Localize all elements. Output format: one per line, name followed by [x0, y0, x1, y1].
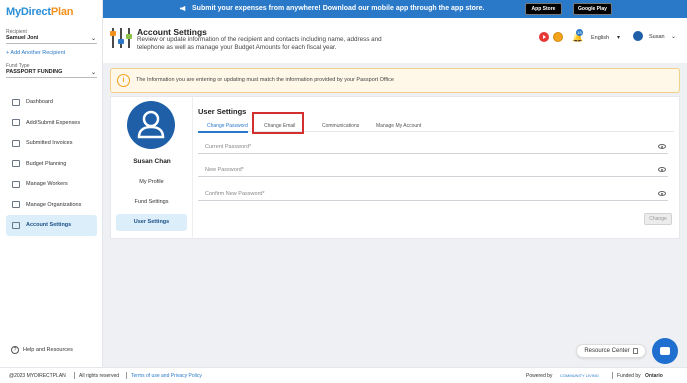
- fund-settings-link[interactable]: Fund Settings: [116, 194, 187, 211]
- divider: [612, 372, 613, 379]
- workers-icon: [12, 180, 20, 188]
- invoices-icon: [12, 139, 20, 147]
- chat-button[interactable]: [652, 338, 678, 364]
- user-icon: [137, 110, 165, 139]
- resource-center-button[interactable]: Resource Center: [576, 344, 646, 358]
- tab-manage-my-account[interactable]: Manage My Account: [376, 123, 421, 129]
- banner-message: Submit your expenses from anywhere! Down…: [192, 5, 485, 12]
- user-menu[interactable]: Susan: [649, 34, 665, 40]
- chevron-down-icon[interactable]: ⌄: [671, 33, 676, 40]
- fund-type-select[interactable]: PASSPORT FUNDING ⌄: [6, 69, 97, 78]
- notification-badge: 15: [576, 29, 583, 36]
- sidebar-item-account-settings[interactable]: Account Settings: [6, 215, 97, 236]
- info-text: The Information you are entering or upda…: [136, 77, 394, 83]
- dashboard-icon: [12, 98, 20, 106]
- confirm-password-field[interactable]: Confirm New Password*: [198, 189, 668, 201]
- chat-icon: [660, 347, 670, 355]
- sidebar: MyDirectPlan Recipient Samuel Joni ⌄ + Ad…: [0, 0, 103, 367]
- document-icon: [632, 348, 638, 354]
- recipient-select[interactable]: Samuel Joni ⌄: [6, 35, 97, 44]
- profile-column: Susan Chan My Profile Fund Settings User…: [111, 97, 193, 240]
- current-password-field[interactable]: Current Password*: [198, 142, 668, 154]
- budget-icon: [12, 160, 20, 168]
- settings-card: Susan Chan My Profile Fund Settings User…: [110, 96, 680, 240]
- chevron-down-icon[interactable]: ▾: [617, 34, 620, 41]
- section-title: User Settings: [198, 107, 247, 116]
- app-logo[interactable]: MyDirectPlan: [6, 6, 74, 18]
- sidebar-item-submitted-invoices[interactable]: Submitted Invoices: [6, 133, 97, 154]
- chevron-down-icon: ⌄: [90, 36, 96, 42]
- community-living-logo: COMMUNITY LIVING: [560, 373, 599, 378]
- eye-icon[interactable]: [658, 144, 666, 149]
- app-promo-banner: Submit your expenses from anywhere! Down…: [103, 0, 687, 18]
- app-store-button[interactable]: App Store: [525, 3, 562, 15]
- megaphone-icon: [180, 5, 186, 12]
- sidebar-item-manage-workers[interactable]: Manage Workers: [6, 174, 97, 195]
- copyright: @2023 MYDIRECTPLAN: [9, 373, 66, 379]
- sidebar-item-budget-planning[interactable]: Budget Planning: [6, 154, 97, 175]
- chevron-down-icon: ⌄: [90, 70, 96, 76]
- funded-by-label: Funded by: [617, 373, 641, 379]
- help-resources-link[interactable]: ? Help and Resources: [11, 346, 73, 354]
- google-play-button[interactable]: Google Play: [573, 3, 612, 15]
- language-select[interactable]: English: [591, 35, 609, 41]
- terms-link[interactable]: Terms of use and Privacy Policy: [131, 373, 202, 379]
- page-description: Review or update information of the reci…: [137, 36, 382, 51]
- accessibility-icon[interactable]: [553, 32, 563, 42]
- sidebar-item-add-submit-expenses[interactable]: Add/Submit Expenses: [6, 113, 97, 134]
- youtube-icon[interactable]: [539, 32, 549, 42]
- help-icon: ?: [11, 346, 19, 354]
- eye-icon[interactable]: [658, 167, 666, 172]
- info-notice: i The Information you are entering or up…: [110, 68, 680, 93]
- highlight-box: [252, 112, 304, 134]
- divider: [74, 372, 75, 379]
- tab-communications[interactable]: Communications: [322, 123, 359, 129]
- sidebar-item-dashboard[interactable]: Dashboard: [6, 92, 97, 113]
- eye-icon[interactable]: [658, 191, 666, 196]
- organizations-icon: [12, 201, 20, 209]
- user-settings-link[interactable]: User Settings: [116, 214, 187, 231]
- rights-text: All rights reserved: [79, 373, 120, 379]
- profile-name: Susan Chan: [133, 158, 171, 165]
- sidebar-nav: Dashboard Add/Submit Expenses Submitted …: [6, 92, 97, 236]
- info-icon: i: [117, 74, 130, 87]
- add-recipient-link[interactable]: + Add Another Recipient: [6, 50, 65, 56]
- new-password-field[interactable]: New Password*: [198, 165, 668, 177]
- account-icon: [12, 221, 20, 229]
- active-tab-indicator: [198, 131, 248, 133]
- tab-change-password[interactable]: Change Password: [207, 123, 248, 129]
- divider: [126, 372, 127, 379]
- powered-by-label: Powered by: [526, 373, 553, 379]
- expenses-icon: [12, 119, 20, 127]
- settings-sliders-icon: [110, 28, 132, 48]
- change-button[interactable]: Change: [644, 213, 672, 225]
- page-header: Account Settings Review or update inform…: [103, 18, 687, 63]
- user-avatar[interactable]: [633, 31, 643, 41]
- sidebar-item-manage-organizations[interactable]: Manage Organizations: [6, 195, 97, 216]
- footer: @2023 MYDIRECTPLAN All rights reserved T…: [0, 367, 687, 383]
- my-profile-link[interactable]: My Profile: [116, 174, 187, 191]
- profile-avatar: [127, 101, 175, 149]
- ontario-logo: Ontario: [645, 373, 663, 379]
